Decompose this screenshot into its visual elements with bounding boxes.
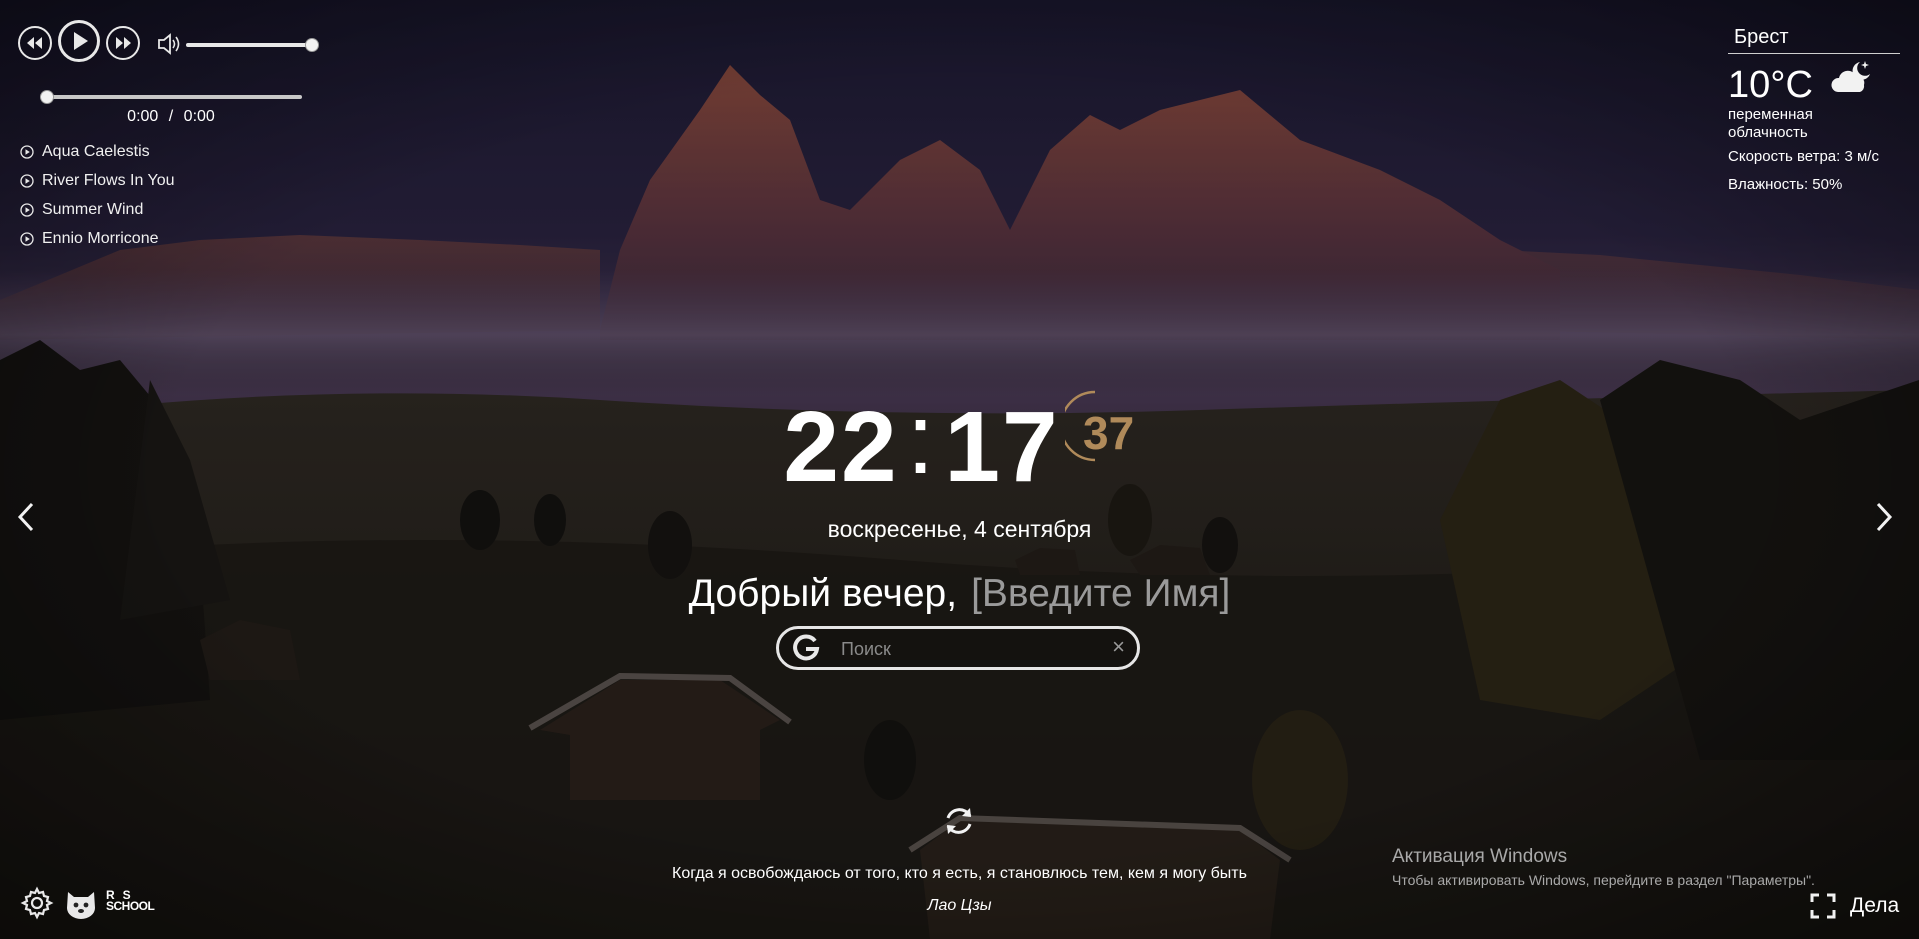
playlist-item[interactable]: Ennio Morricone <box>20 228 159 250</box>
weather-widget: Брест 10°C переменная облачность Скорост… <box>1728 22 1900 194</box>
current-time: 0:00 <box>127 108 159 125</box>
volume-slider-handle[interactable] <box>305 38 319 52</box>
refresh-quote-icon[interactable] <box>940 802 978 840</box>
gear-icon[interactable] <box>20 886 54 920</box>
windows-activation-notice: Активация Windows Чтобы активировать Win… <box>1392 846 1815 888</box>
playlist-item-title: Ennio Morricone <box>42 230 159 247</box>
playlist-item-title: Aqua Caelestis <box>42 143 150 160</box>
app-screen: 0:00 / 0:00 Aqua Caelestis River Flows I… <box>0 0 1919 939</box>
play-button[interactable] <box>58 20 100 62</box>
fast-forward-icon <box>116 37 131 49</box>
rs-school-logo[interactable] <box>64 888 98 920</box>
play-circle-icon <box>20 232 34 246</box>
date-label: воскресенье, 4 сентября <box>827 516 1092 542</box>
rewind-icon <box>27 37 42 49</box>
clock-hours: 22 <box>783 391 899 503</box>
google-icon <box>793 634 820 661</box>
clock-minutes: 17 <box>944 391 1060 503</box>
progress-slider-handle[interactable] <box>40 90 54 104</box>
clock-seconds: 37 <box>1083 407 1135 459</box>
time-separator: / <box>168 108 174 125</box>
playlist-item-title: Summer Wind <box>42 201 144 218</box>
playlist-item[interactable]: Summer Wind <box>20 199 143 221</box>
playlist-item-title: River Flows In You <box>42 172 175 189</box>
next-track-button[interactable] <box>106 26 140 60</box>
greeting-text: Добрый вечер, <box>688 572 958 615</box>
search-input[interactable] <box>839 635 1103 663</box>
total-time: 0:00 <box>183 108 215 125</box>
prev-track-button[interactable] <box>18 26 52 60</box>
activation-subtitle: Чтобы активировать Windows, перейдите в … <box>1392 872 1815 888</box>
fullscreen-icon[interactable] <box>1810 893 1836 919</box>
weather-city-input[interactable]: Брест <box>1728 22 1900 54</box>
play-icon <box>74 32 88 50</box>
clock-separator: : <box>906 383 937 495</box>
clear-search-button[interactable]: × <box>1112 634 1125 660</box>
weather-temperature: 10°C <box>1728 64 1813 106</box>
todo-button[interactable]: Дела <box>1850 894 1899 918</box>
weather-wind: Скорость ветра: 3 м/с <box>1728 148 1879 165</box>
rs-school-logo-text[interactable]: R S SCHOOL <box>106 889 155 913</box>
playlist-item[interactable]: River Flows In You <box>20 170 175 192</box>
weather-humidity: Влажность: 50% <box>1728 176 1843 193</box>
play-circle-icon <box>20 203 34 217</box>
greeting: Добрый вечер, [Введите Имя] <box>0 572 1919 616</box>
logo-text-row2: SCHOOL <box>106 899 155 913</box>
playlist-item[interactable]: Aqua Caelestis <box>20 141 150 163</box>
quote-author: Лао Цзы <box>927 897 992 914</box>
play-circle-icon <box>20 145 34 159</box>
search-bar[interactable]: × <box>776 626 1140 670</box>
track-time: 0:00 / 0:00 <box>40 108 302 126</box>
speaker-icon[interactable] <box>156 31 182 57</box>
clock-seconds-indicator: 37 <box>1065 388 1141 464</box>
play-circle-icon <box>20 174 34 188</box>
partly-cloudy-night-icon <box>1831 61 1870 92</box>
name-input[interactable]: [Введите Имя] <box>971 572 1230 615</box>
progress-slider[interactable] <box>40 95 302 99</box>
activation-title: Активация Windows <box>1392 846 1568 867</box>
clock: 22:17 <box>0 383 1919 505</box>
volume-slider[interactable] <box>186 43 312 47</box>
weather-description: переменная облачность <box>1728 106 1813 141</box>
